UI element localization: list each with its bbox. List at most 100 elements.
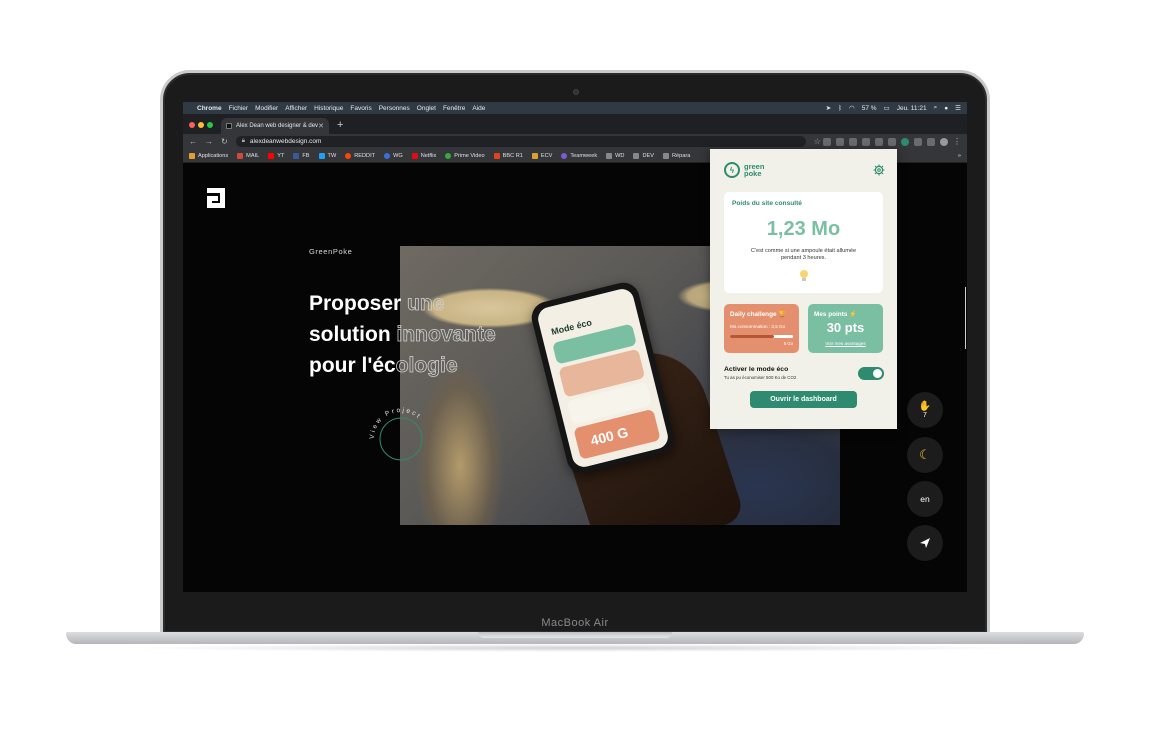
maximize-window-icon[interactable]: [207, 122, 213, 128]
headline-outline: innovante: [396, 323, 496, 347]
menu-app[interactable]: Chrome: [197, 105, 222, 112]
back-icon[interactable]: ←: [189, 137, 197, 146]
forward-icon[interactable]: →: [205, 137, 213, 146]
headline-outline: ologie: [395, 354, 458, 378]
extension-icon[interactable]: [836, 137, 844, 146]
extension-icon[interactable]: [914, 137, 922, 146]
battery-percent[interactable]: 57 %: [862, 105, 877, 112]
headline-outline: une: [407, 292, 445, 316]
bookmark-label: YT: [277, 152, 285, 159]
language-button[interactable]: en: [907, 481, 943, 517]
bookmark-star-icon[interactable]: ☆: [814, 137, 821, 146]
bookmark-item[interactable]: Netflix: [411, 152, 436, 159]
battery-icon[interactable]: ▭: [884, 104, 890, 112]
toggle-knob: [873, 369, 882, 378]
folder-icon: [662, 152, 669, 159]
extension-icon[interactable]: [875, 137, 883, 146]
headline-solid: pour l'éc: [309, 354, 396, 377]
extension-icon[interactable]: [849, 137, 857, 146]
tab-favicon-icon: [226, 123, 232, 129]
bookmark-label: BBC R1: [502, 152, 523, 159]
chrome-menu-icon[interactable]: ⋮: [953, 137, 961, 146]
contact-button[interactable]: [907, 525, 943, 561]
bookmark-folder[interactable]: Répara: [662, 152, 691, 159]
browser-tab[interactable]: Alex Dean web designer & dev ✕: [221, 118, 329, 134]
moon-icon: ☾: [919, 447, 931, 462]
tab-close-icon[interactable]: ✕: [318, 122, 324, 130]
bookmark-folder[interactable]: WD: [606, 152, 624, 159]
user-icon[interactable]: ●: [944, 105, 948, 112]
bookmark-label: Teamweek: [570, 152, 598, 159]
headline-solid: Proposer: [309, 292, 408, 315]
open-dashboard-button[interactable]: Ouvrir le dashboard: [750, 391, 857, 408]
bookmark-item[interactable]: REDDIT: [345, 152, 376, 159]
twitter-icon: [318, 152, 325, 159]
close-window-icon[interactable]: [189, 122, 195, 128]
control-center-icon[interactable]: ☰: [955, 104, 961, 112]
menubar-clock[interactable]: Jeu. 11:21: [897, 105, 927, 112]
scroll-indicator[interactable]: [965, 287, 966, 349]
bookmark-item[interactable]: BBC R1: [493, 152, 523, 159]
bookmark-item[interactable]: WG: [384, 152, 403, 159]
bookmark-item[interactable]: Teamweek: [561, 152, 598, 159]
paper-plane-icon: [920, 538, 930, 548]
bookmark-item[interactable]: Applications: [189, 152, 228, 159]
laptop-shadow: [120, 644, 1030, 652]
location-icon[interactable]: ➤: [826, 104, 831, 112]
menu-fichier[interactable]: Fichier: [229, 105, 249, 112]
challenge-consumption: Ma consommation : 3,5 Go: [730, 324, 786, 329]
bookmark-item[interactable]: TW: [318, 152, 336, 159]
bookmark-label: REDDIT: [354, 152, 376, 159]
profile-avatar[interactable]: [940, 137, 948, 146]
advantages-link[interactable]: Voir mes avantages: [808, 341, 883, 346]
wifi-icon[interactable]: ◠: [849, 104, 855, 112]
site-weight-description: C'est comme si une ampoule était allumée…: [750, 248, 857, 261]
menu-aide[interactable]: Aide: [472, 105, 485, 112]
bookmark-item[interactable]: MAIL: [237, 152, 259, 159]
site-logo-icon[interactable]: [207, 188, 225, 208]
settings-gear-icon[interactable]: [873, 164, 885, 176]
daily-challenge-card[interactable]: Daily challenge 🏆 Ma consommation : 3,5 …: [724, 304, 799, 353]
bookmark-label: Répara: [671, 152, 691, 159]
minimize-window-icon[interactable]: [198, 122, 204, 128]
mockup-stage: MacBook Air Chrome Fichier Modifier Affi…: [0, 0, 1150, 730]
hero-headline: Proposer une solution innovante pour l'é…: [309, 288, 496, 381]
extension-icon[interactable]: [927, 137, 935, 146]
greenpoke-logo-icon: ϟ: [724, 162, 740, 178]
menu-personnes[interactable]: Personnes: [379, 105, 410, 112]
like-button[interactable]: ✋ 7: [907, 392, 943, 428]
menu-historique[interactable]: Historique: [314, 105, 343, 112]
bookmark-item[interactable]: YT: [268, 152, 285, 159]
menu-modifier[interactable]: Modifier: [255, 105, 278, 112]
extension-icon[interactable]: [862, 137, 870, 146]
screen: Chrome Fichier Modifier Afficher Histori…: [183, 102, 967, 592]
menu-afficher[interactable]: Afficher: [285, 105, 307, 112]
view-project-badge[interactable]: View Project: [366, 404, 436, 474]
menu-onglet[interactable]: Onglet: [417, 105, 436, 112]
bookmark-item[interactable]: ECV: [531, 152, 552, 159]
new-tab-button[interactable]: +: [337, 119, 343, 131]
eco-mode-savings: Tu as pu économiser 500 Ko de CO2: [724, 375, 797, 380]
youtube-icon: [268, 152, 275, 159]
dark-mode-button[interactable]: ☾: [907, 437, 943, 473]
bookmark-item[interactable]: Prime Video: [445, 152, 485, 159]
chrome-tabstrip: Alex Dean web designer & dev ✕ +: [183, 114, 967, 134]
lock-icon[interactable]: 🔒︎: [242, 138, 245, 145]
extension-icon[interactable]: [888, 137, 896, 146]
bookmark-item[interactable]: FB: [293, 152, 310, 159]
menu-favoris[interactable]: Favoris: [350, 105, 371, 112]
spotlight-icon[interactable]: ⌕: [934, 104, 938, 112]
greenpoke-extension-icon[interactable]: [901, 137, 909, 146]
bookmark-folder[interactable]: DEV: [633, 152, 654, 159]
more-bookmarks-icon[interactable]: »: [958, 153, 961, 159]
popup-brand: ϟ green poke: [724, 162, 764, 178]
device-brand: MacBook Air: [541, 617, 609, 629]
ecv-icon: [531, 152, 538, 159]
eco-mode-toggle[interactable]: [858, 367, 884, 380]
reload-icon[interactable]: ↻: [221, 137, 228, 146]
bluetooth-icon[interactable]: ᛒ: [838, 105, 842, 112]
address-bar[interactable]: 🔒︎ alexdeanwebdesign.com: [235, 136, 806, 147]
menu-fenetre[interactable]: Fenêtre: [443, 105, 465, 112]
extension-icon[interactable]: [823, 137, 831, 146]
gmail-icon: [237, 152, 244, 159]
